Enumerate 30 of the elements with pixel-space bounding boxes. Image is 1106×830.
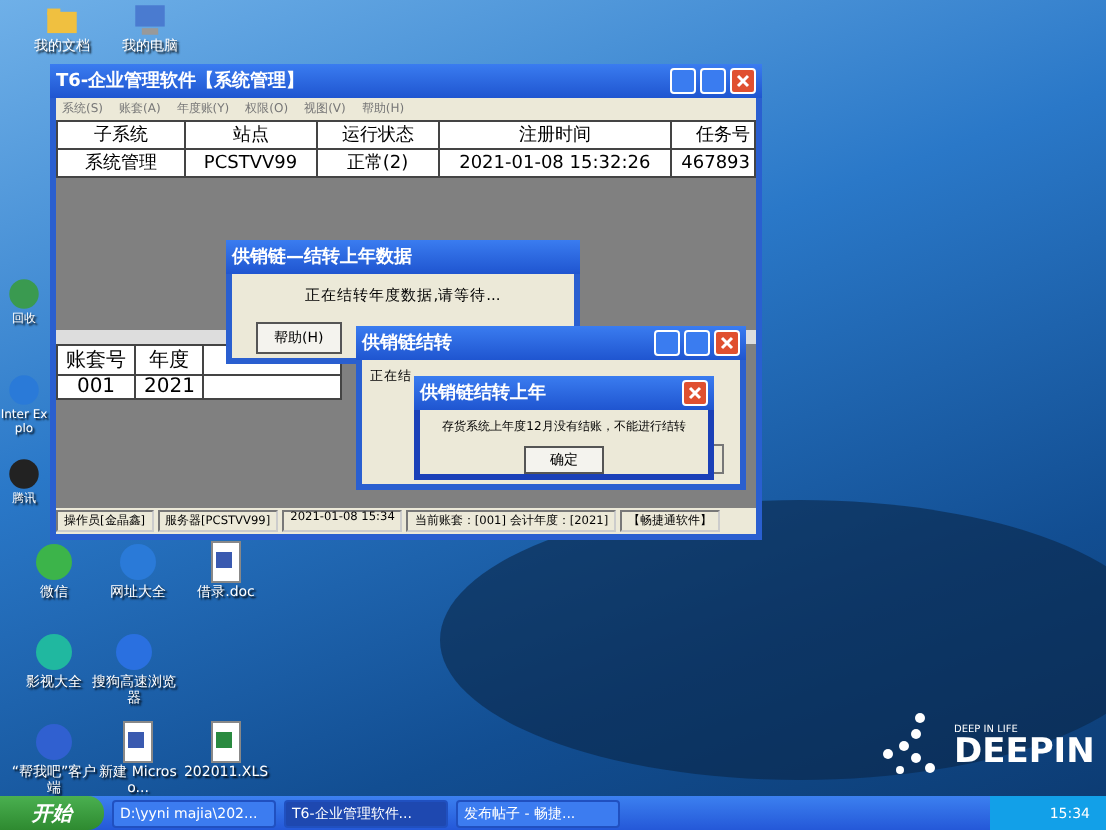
brand-logo-text: DEEPIN <box>954 735 1095 769</box>
table-cell: 001 <box>57 375 135 399</box>
table-cell: 2021-01-08 15:32:26 <box>438 149 672 177</box>
maximize-button[interactable] <box>700 68 726 94</box>
column-header: 注册时间 <box>438 121 672 149</box>
table-cell: PCSTVV99 <box>184 149 317 177</box>
window-title: T6-企业管理软件【系统管理】 <box>56 68 305 94</box>
column-header: 站点 <box>184 121 317 149</box>
dialog-title: 供销链结转上年 <box>420 380 546 406</box>
column-header: 子系统 <box>57 121 185 149</box>
minimize-button[interactable] <box>654 330 680 356</box>
close-button[interactable] <box>730 68 756 94</box>
start-button[interactable]: 开始 <box>0 796 104 830</box>
close-button[interactable] <box>682 380 708 406</box>
table-cell: 正常(2) <box>316 149 439 177</box>
column-header: 年度 <box>135 345 204 375</box>
close-button[interactable] <box>714 330 740 356</box>
close-icon <box>736 74 750 88</box>
dialog-title: 供销链结转 <box>362 330 452 356</box>
close-icon <box>720 336 734 350</box>
minimize-button[interactable] <box>670 68 696 94</box>
table-cell: 系统管理 <box>57 149 185 177</box>
table-cell: 2021 <box>135 375 204 399</box>
column-header: 账套号 <box>57 345 135 375</box>
close-icon <box>688 386 702 400</box>
column-header: 任务号 <box>671 121 755 149</box>
dialog-title: 供销链—结转上年数据 <box>232 244 412 270</box>
maximize-button[interactable] <box>684 330 710 356</box>
table-cell: 467893 <box>671 149 755 177</box>
column-header: 运行状态 <box>316 121 439 149</box>
